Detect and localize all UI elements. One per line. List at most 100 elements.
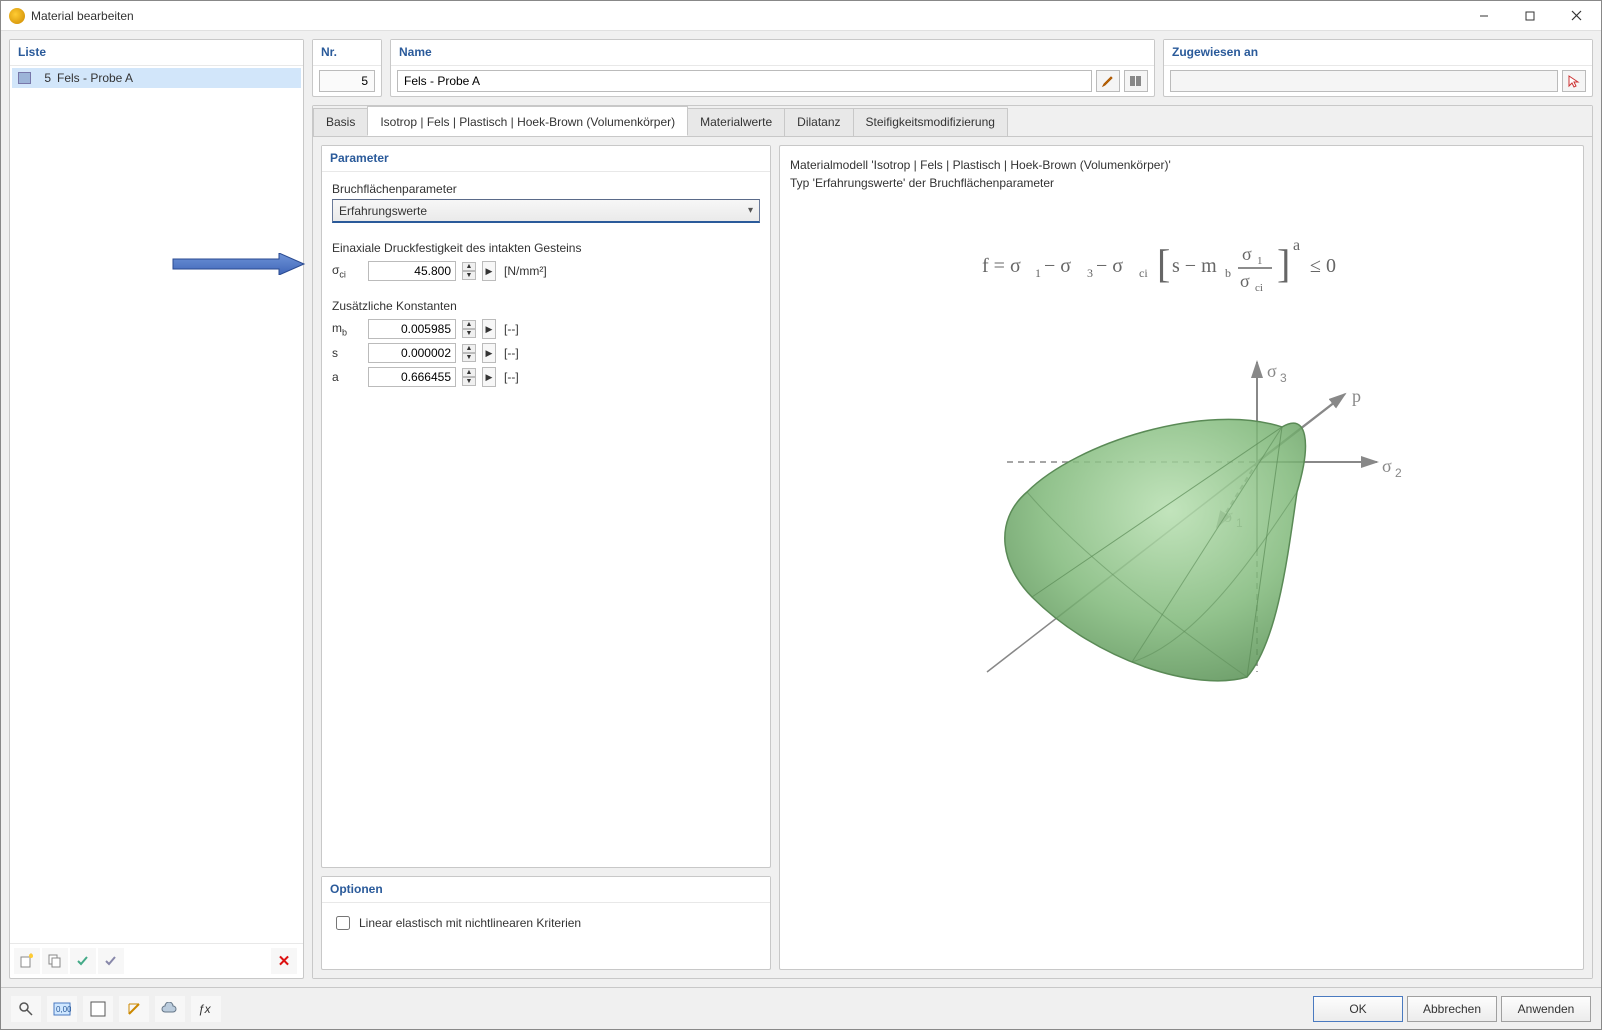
chevron-down-icon: ▾ (748, 205, 753, 216)
svg-text:σ: σ (1382, 456, 1392, 476)
nr-input[interactable] (319, 70, 375, 92)
name-edit-button[interactable] (1096, 70, 1120, 92)
footer-help-button[interactable] (11, 996, 41, 1022)
new-icon (19, 953, 35, 969)
sigma-ci-symbol: σci (332, 263, 362, 279)
tab-strip: Basis Isotrop | Fels | Plastisch | Hoek-… (313, 106, 1592, 137)
new-item-button[interactable] (14, 948, 40, 974)
maximize-button[interactable] (1507, 2, 1553, 30)
nr-panel: Nr. (312, 39, 382, 97)
check2-item-button[interactable] (98, 948, 124, 974)
bfp-dropdown-value: Erfahrungswerte (339, 204, 427, 218)
zugewiesen-pick-button[interactable] (1562, 70, 1586, 92)
parameter-header: Parameter (322, 146, 770, 172)
sigma-ci-unit: [N/mm²] (504, 264, 547, 278)
footer-units-button[interactable]: 0,00 (47, 996, 77, 1022)
linear-elastic-checkbox-row[interactable]: Linear elastisch mit nichtlinearen Krite… (332, 913, 760, 933)
a-unit: [--] (504, 370, 519, 384)
zugewiesen-input[interactable] (1170, 70, 1558, 92)
minimize-button[interactable] (1461, 2, 1507, 30)
close-button[interactable] (1553, 2, 1599, 30)
copy-icon (47, 953, 63, 969)
svg-text:1: 1 (1035, 266, 1041, 280)
sigma-ci-input[interactable] (368, 261, 456, 281)
library-icon (1129, 74, 1143, 88)
optionen-panel: Optionen Linear elastisch mit nichtlinea… (321, 876, 771, 970)
a-spinner[interactable]: ▲▼ (462, 368, 476, 386)
check-icon (75, 953, 91, 969)
diagram-area: σ3 σ2 p (790, 342, 1573, 732)
mb-goto-button[interactable]: ▶ (482, 319, 496, 339)
zk-label: Zusätzliche Konstanten (332, 299, 760, 313)
svg-text:− σ: − σ (1044, 255, 1071, 277)
name-input[interactable] (397, 70, 1092, 92)
mb-unit: [--] (504, 322, 519, 336)
svg-text:ƒx: ƒx (198, 1002, 212, 1016)
right-column: Nr. Name (312, 39, 1593, 979)
yield-surface-diagram-icon: σ3 σ2 p (947, 342, 1417, 732)
list-item[interactable]: 5 Fels - Probe A (12, 68, 301, 88)
linear-elastic-checkbox[interactable] (336, 916, 350, 930)
sigma-ci-row: σci ▲▼ ▶ [N/mm²] (332, 261, 760, 281)
apply-button[interactable]: Anwenden (1501, 996, 1591, 1022)
tab-isotrop[interactable]: Isotrop | Fels | Plastisch | Hoek-Brown … (367, 106, 688, 136)
a-goto-button[interactable]: ▶ (482, 367, 496, 387)
svg-text:b: b (1225, 266, 1231, 280)
content-area: Liste 5 Fels - Probe A (1, 31, 1601, 987)
sigma-ci-goto-button[interactable]: ▶ (482, 261, 496, 281)
model-description: Materialmodell 'Isotrop | Fels | Plastis… (790, 156, 1573, 192)
material-edit-window: Material bearbeiten (0, 0, 1602, 1030)
tab-dilatanz[interactable]: Dilatanz (784, 108, 853, 136)
liste-header: Liste (10, 40, 303, 66)
pencil-icon (1101, 74, 1115, 88)
linear-elastic-label: Linear elastisch mit nichtlinearen Krite… (359, 916, 581, 930)
ok-button[interactable]: OK (1313, 996, 1403, 1022)
svg-text:p: p (1352, 386, 1361, 406)
s-symbol: s (332, 346, 362, 360)
s-row: s ▲▼ ▶ [--] (332, 343, 760, 363)
delete-item-button[interactable]: ✕ (271, 948, 297, 974)
yield-formula-icon: f = σ 1 − σ 3 − σ ci [ s − m (982, 232, 1382, 302)
zugewiesen-panel: Zugewiesen an (1163, 39, 1593, 97)
svg-text:3: 3 (1087, 266, 1093, 280)
footer-fx-button[interactable]: ƒx (191, 996, 221, 1022)
svg-text:]: ] (1277, 241, 1290, 286)
tab-basis[interactable]: Basis (313, 108, 368, 136)
mb-input[interactable] (368, 319, 456, 339)
svg-text:s − m: s − m (1172, 255, 1217, 277)
fx-icon: ƒx (197, 1002, 215, 1016)
tab-steifigkeit[interactable]: Steifigkeitsmodifizierung (853, 108, 1008, 136)
s-input[interactable] (368, 343, 456, 363)
tab-materialwerte[interactable]: Materialwerte (687, 108, 785, 136)
sigma-ci-spinner[interactable]: ▲▼ (462, 262, 476, 280)
mb-row: mb ▲▼ ▶ [--] (332, 319, 760, 339)
footer-measure-button[interactable] (119, 996, 149, 1022)
mb-spinner[interactable]: ▲▼ (462, 320, 476, 338)
nr-header: Nr. (313, 40, 381, 66)
cancel-button[interactable]: Abbrechen (1407, 996, 1497, 1022)
check-item-button[interactable] (70, 948, 96, 974)
liste-body: 5 Fels - Probe A (10, 66, 303, 943)
svg-text:σ: σ (1242, 244, 1252, 264)
measure-icon (126, 1001, 142, 1017)
svg-text:2: 2 (1395, 466, 1402, 480)
delete-x-icon: ✕ (278, 952, 291, 970)
a-input[interactable] (368, 367, 456, 387)
bfp-dropdown[interactable]: Erfahrungswerte ▾ (332, 199, 760, 223)
left-column: Liste 5 Fels - Probe A (9, 39, 304, 979)
footer-cloud-button[interactable] (155, 996, 185, 1022)
svg-text:ci: ci (1255, 282, 1263, 294)
svg-text:≤ 0: ≤ 0 (1310, 255, 1336, 277)
liste-panel: Liste 5 Fels - Probe A (9, 39, 304, 979)
s-unit: [--] (504, 346, 519, 360)
liste-toolbar: ✕ (10, 943, 303, 978)
svg-text:σ: σ (1240, 271, 1250, 291)
name-library-button[interactable] (1124, 70, 1148, 92)
material-color-swatch (18, 72, 31, 84)
preview-panel: Materialmodell 'Isotrop | Fels | Plastis… (779, 145, 1584, 970)
footer-color-button[interactable] (83, 996, 113, 1022)
copy-item-button[interactable] (42, 948, 68, 974)
s-goto-button[interactable]: ▶ (482, 343, 496, 363)
s-spinner[interactable]: ▲▼ (462, 344, 476, 362)
svg-text:ci: ci (1139, 266, 1148, 280)
